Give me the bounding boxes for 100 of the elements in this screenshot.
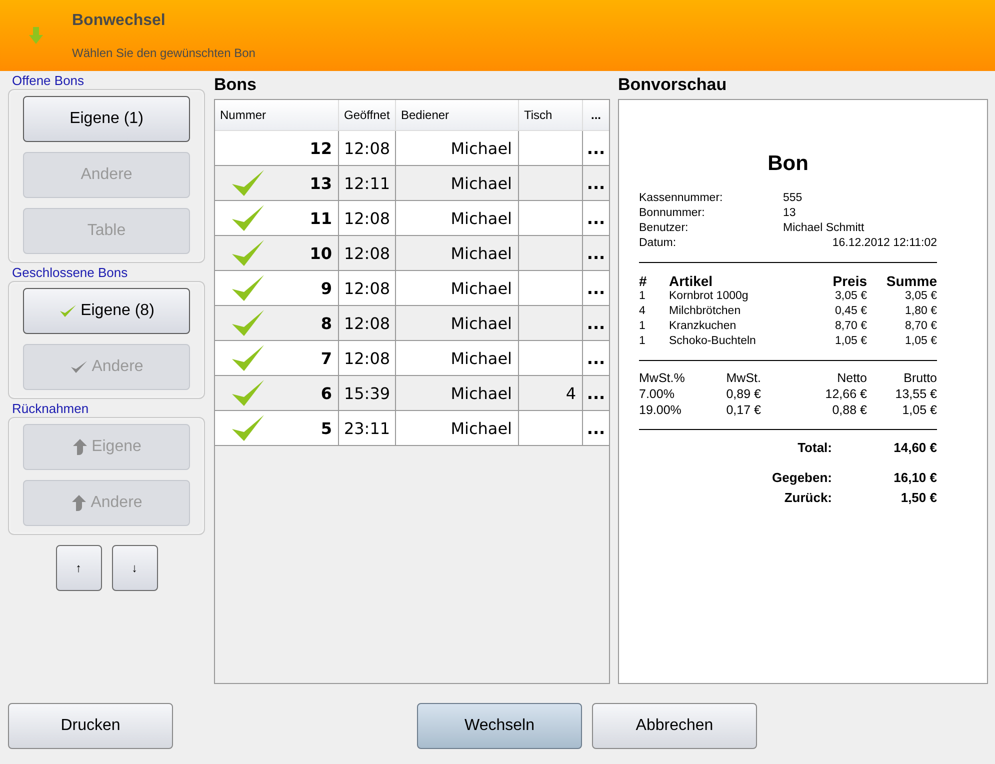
number-cell[interactable]: 9 (215, 271, 339, 306)
time-cell[interactable]: 12:08 (339, 271, 396, 306)
arrow-up-icon (72, 439, 88, 456)
tax-text: 1,05 € (901, 403, 937, 420)
more-cell[interactable]: ... (583, 376, 609, 410)
time-cell[interactable]: 12:08 (339, 341, 396, 376)
info-label: Bonnummer: (639, 207, 706, 222)
section-title: Bonvorschau (618, 74, 728, 96)
info-value: Michael Schmitt (783, 222, 866, 236)
bon-number: 8 (320, 314, 332, 333)
item-text: 4 (639, 305, 646, 320)
waiter-cell[interactable]: Michael (396, 236, 519, 270)
total-label: Total: (796, 440, 832, 456)
check-icon (231, 344, 265, 372)
item-text: 0,45 € (834, 305, 867, 320)
info-value: 13 (783, 207, 797, 222)
info-value: 555 (783, 192, 804, 206)
column-header[interactable]: Nummer (215, 100, 339, 130)
check-icon (231, 379, 265, 408)
more-cell[interactable]: ... (583, 306, 609, 340)
total-value: 1,50 € (900, 490, 937, 506)
item-text: 1 (639, 290, 646, 304)
column-heading: # (639, 273, 648, 290)
check-icon (58, 304, 77, 318)
more-cell[interactable]: ... (583, 411, 609, 446)
group-label: Offene Bons (12, 73, 86, 88)
check-icon (70, 360, 88, 374)
tax-text: 0,89 € (725, 387, 761, 404)
check-icon (231, 414, 265, 442)
number-cell[interactable]: 10 (215, 236, 339, 270)
scroll-button[interactable]: ↑ (56, 545, 102, 592)
waiter-cell[interactable]: Michael (396, 306, 519, 340)
bon-number: 9 (320, 278, 332, 298)
item-text: 1,05 € (834, 335, 867, 350)
info-label: Benutzer: (639, 222, 690, 236)
item-text: 8,70 € (904, 320, 937, 334)
bon-number: 12 (310, 138, 332, 158)
more-cell[interactable]: ... (583, 341, 609, 376)
waiter-cell[interactable]: Michael (396, 201, 519, 236)
time-cell[interactable]: 12:08 (339, 306, 396, 340)
bon-number: 7 (320, 348, 332, 368)
item-text: Kranzkuchen (669, 320, 738, 334)
waiter-cell[interactable]: Michael (396, 341, 519, 376)
bon-number: 10 (310, 244, 332, 263)
number-cell[interactable]: 7 (215, 341, 339, 376)
tax-heading: Netto (836, 371, 867, 388)
number-cell[interactable]: 5 (215, 411, 339, 446)
tax-heading: Brutto (902, 371, 937, 388)
cancel-button[interactable]: Abbrechen (592, 702, 757, 749)
waiter-cell[interactable]: Michael (396, 166, 519, 200)
tax-text: 0,17 € (725, 403, 761, 420)
number-cell[interactable]: 6 (215, 376, 339, 410)
column-header[interactable]: ... (583, 100, 609, 130)
time-cell[interactable]: 12:08 (339, 236, 396, 270)
filter-button[interactable]: Eigene (8) (23, 288, 190, 334)
time-cell[interactable]: 12:11 (339, 166, 396, 200)
more-cell[interactable]: ... (583, 271, 609, 306)
waiter-cell[interactable]: Michael (396, 131, 519, 166)
more-cell[interactable]: ... (583, 201, 609, 236)
bon-number: 13 (310, 174, 332, 193)
total-label: Gegeben: (771, 470, 832, 486)
table-cell[interactable]: 4 (519, 376, 583, 410)
number-cell[interactable]: 8 (215, 306, 339, 340)
number-cell[interactable]: 11 (215, 201, 339, 236)
dialog-title: Bonwechsel (72, 12, 166, 30)
scroll-button[interactable]: ↓ (112, 545, 158, 592)
time-cell[interactable]: 15:39 (339, 376, 396, 410)
time-cell[interactable]: 12:08 (339, 131, 396, 166)
check-icon (231, 309, 265, 338)
tax-text: 13,55 € (894, 387, 937, 404)
number-cell[interactable]: 13 (215, 166, 339, 200)
waiter-cell[interactable]: Michael (396, 411, 519, 446)
arrow-down-icon (28, 26, 44, 45)
number-cell[interactable]: 12 (215, 131, 339, 166)
tax-text: 12,66 € (824, 387, 867, 404)
more-cell[interactable]: ... (583, 236, 609, 270)
check-icon (231, 239, 265, 268)
item-text: 1,80 € (904, 305, 937, 320)
time-cell[interactable]: 23:11 (339, 411, 396, 446)
item-text: 1 (639, 335, 646, 350)
column-header[interactable]: Tisch (519, 100, 583, 130)
more-cell[interactable]: ... (583, 166, 609, 200)
item-text: Schoko-Buchteln (669, 335, 757, 350)
item-text: Kornbrot 1000g (669, 290, 750, 304)
time-cell[interactable]: 12:08 (339, 201, 396, 236)
filter-button[interactable]: Eigene (1) (23, 96, 190, 142)
print-button[interactable]: Drucken (8, 702, 173, 749)
bon-number: 6 (320, 384, 332, 403)
more-cell[interactable]: ... (583, 131, 609, 166)
column-header[interactable]: Geöffnet (339, 100, 396, 130)
column-header[interactable]: Bediener (396, 100, 519, 130)
column-heading: Preis (832, 273, 867, 290)
waiter-cell[interactable]: Michael (396, 271, 519, 306)
tax-heading: MwSt.% (639, 371, 686, 388)
waiter-cell[interactable]: Michael (396, 376, 519, 410)
item-text: Milchbrötchen (669, 305, 742, 320)
check-icon (231, 169, 265, 198)
switch-button[interactable]: Wechseln (417, 702, 582, 749)
column-heading: Artikel (669, 273, 714, 290)
dialog-subtitle: Wählen Sie den gewünschten Bon (72, 46, 256, 60)
